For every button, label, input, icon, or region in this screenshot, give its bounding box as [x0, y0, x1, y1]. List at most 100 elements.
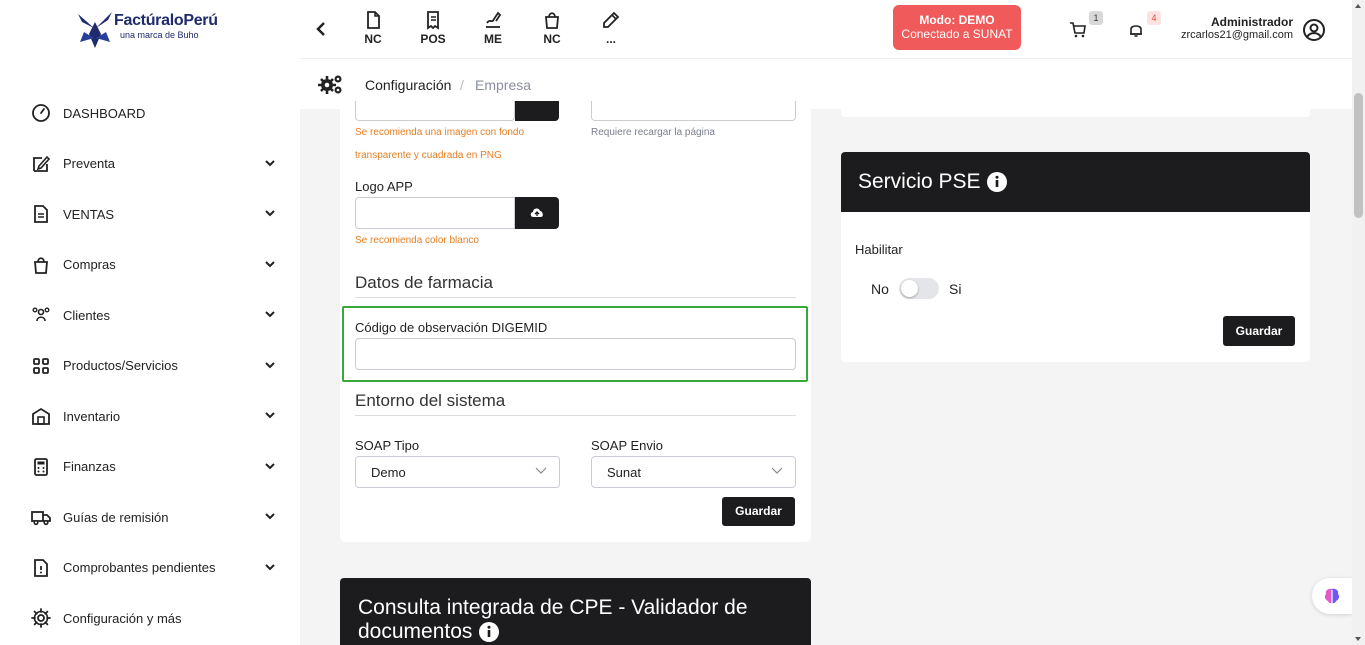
chevron-left-icon[interactable] [314, 20, 328, 38]
breadcrumb-separator: / [460, 77, 464, 93]
logo-file-input[interactable] [355, 101, 515, 121]
soap-type-select[interactable]: Demo [355, 456, 560, 488]
edit-icon [30, 153, 52, 175]
chevron-down-icon[interactable] [264, 207, 276, 219]
dashboard-gauge-icon [30, 102, 52, 124]
sidebar-item-finanzas[interactable]: Finanzas [0, 442, 300, 493]
cart-button[interactable]: 1 [1069, 11, 1103, 40]
info-icon[interactable] [478, 621, 500, 643]
mode-status-badge[interactable]: Modo: DEMO Conectado a SUNAT [893, 5, 1021, 50]
shortcut-nc-button[interactable]: NC [353, 10, 393, 50]
soap-send-value: Sunat [607, 465, 641, 480]
cloud-upload-icon [530, 208, 543, 217]
shortcut-label: NC [364, 32, 382, 46]
sidebar-item-label: VENTAS [63, 206, 115, 222]
brain-icon [1324, 588, 1340, 604]
chevron-down-icon[interactable] [264, 157, 276, 169]
sidebar-item-productos[interactable]: Productos/Servicios [0, 341, 300, 392]
bell-icon [1130, 25, 1142, 37]
scroll-down-arrow-icon[interactable] [1355, 637, 1361, 641]
chevron-down-icon[interactable] [264, 460, 276, 472]
shortcut-more-button[interactable]: ... [591, 10, 631, 50]
notifications-button[interactable]: 4 [1127, 11, 1161, 40]
pse-save-button[interactable]: Guardar [1223, 316, 1295, 346]
environment-section-title: Entorno del sistema [355, 391, 506, 410]
sidebar-item-label: Clientes [63, 307, 110, 323]
pencil-icon [603, 11, 620, 28]
cpe-title-text: Consulta integrada de CPE - Validador de… [358, 596, 748, 643]
sidebar-item-label: DASHBOARD [63, 105, 146, 121]
soap-send-label: SOAP Envio [591, 438, 664, 453]
breadcrumb-configuracion[interactable]: Configuración [365, 77, 451, 93]
mode-label: Modo: DEMO [919, 13, 995, 27]
save-button[interactable]: Guardar [722, 497, 795, 526]
sidebar-item-label: Preventa [63, 156, 116, 172]
gears-icon [318, 75, 342, 94]
scroll-up-arrow-icon[interactable] [1355, 4, 1361, 8]
sidebar-item-label: Guías de remisión [63, 509, 169, 525]
pharmacy-section-title: Datos de farmacia [355, 273, 493, 292]
pending-doc-icon [30, 557, 52, 579]
pse-enable-toggle[interactable] [899, 278, 939, 299]
shopping-bag-icon [30, 254, 52, 276]
sidebar-item-dashboard[interactable]: DASHBOARD [0, 88, 300, 139]
warehouse-icon [30, 405, 52, 427]
user-avatar-icon[interactable] [1302, 18, 1326, 42]
digemid-input[interactable] [355, 338, 796, 370]
shortcut-nc2-button[interactable]: NC [532, 10, 572, 50]
partial-field-input[interactable] [591, 101, 796, 121]
logo-app-upload-button[interactable] [515, 197, 559, 229]
section-divider [355, 297, 796, 298]
pse-title-text: Servicio PSE [858, 170, 981, 193]
chevron-down-icon[interactable] [264, 258, 276, 270]
sidebar-item-compras[interactable]: Compras [0, 240, 300, 291]
shortcut-pos-button[interactable]: POS [413, 10, 453, 50]
section-divider [355, 415, 796, 416]
chevron-down-icon [771, 467, 783, 474]
pse-title: Servicio PSE [858, 170, 1008, 194]
user-name[interactable]: Administrador [1211, 15, 1293, 29]
gear-icon [30, 607, 52, 629]
ai-assistant-button[interactable] [1312, 578, 1352, 614]
page-scrollbar[interactable] [1352, 0, 1365, 645]
soap-type-label: SOAP Tipo [355, 438, 420, 453]
chevron-down-icon[interactable] [264, 308, 276, 320]
signature-icon [486, 11, 502, 28]
chevron-down-icon[interactable] [264, 510, 276, 522]
digemid-label: Código de observación DIGEMID [355, 320, 548, 335]
grid-icon [30, 355, 52, 377]
pse-service-card: Servicio PSE Habilitar No Si Guardar [841, 152, 1310, 362]
cpe-validator-card: Consulta integrada de CPE - Validador de… [340, 578, 811, 645]
sidebar-item-label: Configuración y más [63, 610, 182, 626]
info-icon[interactable] [986, 171, 1008, 193]
owl-logo-icon [78, 12, 112, 48]
connection-label: Conectado a SUNAT [901, 27, 1013, 41]
sidebar-item-preventa[interactable]: Preventa [0, 139, 300, 190]
sidebar-item-guias[interactable]: Guías de remisión [0, 492, 300, 543]
toggle-knob [901, 280, 918, 297]
user-email[interactable]: zrcarlos21@gmail.com [1181, 29, 1293, 41]
truck-icon [30, 506, 52, 528]
company-settings-card: Se recomienda una imagen con fondo trans… [340, 101, 811, 542]
document-icon [30, 203, 52, 225]
chevron-down-icon [535, 467, 547, 474]
shortcut-me-button[interactable]: ME [473, 10, 513, 50]
sidebar-item-clientes[interactable]: Clientes [0, 290, 300, 341]
sidebar-item-label: Finanzas [63, 459, 116, 475]
reload-hint: Requiere recargar la página [591, 127, 715, 138]
right-card-stub [841, 109, 1310, 117]
brand-logo[interactable]: FactúraloPerú una marca de Buho [74, 8, 234, 52]
sidebar-item-configuracion[interactable]: Configuración y más [0, 593, 300, 644]
receipt-icon [427, 11, 439, 30]
logo-app-input[interactable] [355, 197, 515, 229]
chevron-down-icon[interactable] [264, 359, 276, 371]
sidebar-item-ventas[interactable]: VENTAS [0, 189, 300, 240]
logo-upload-button[interactable] [515, 101, 559, 121]
chevron-down-icon[interactable] [264, 561, 276, 573]
soap-send-select[interactable]: Sunat [591, 456, 796, 488]
sidebar-item-inventario[interactable]: Inventario [0, 391, 300, 442]
scrollbar-thumb[interactable] [1354, 93, 1363, 218]
cart-count-badge: 1 [1089, 11, 1103, 25]
chevron-down-icon[interactable] [264, 409, 276, 421]
sidebar-item-comprobantes-pendientes[interactable]: Comprobantes pendientes [0, 543, 300, 594]
